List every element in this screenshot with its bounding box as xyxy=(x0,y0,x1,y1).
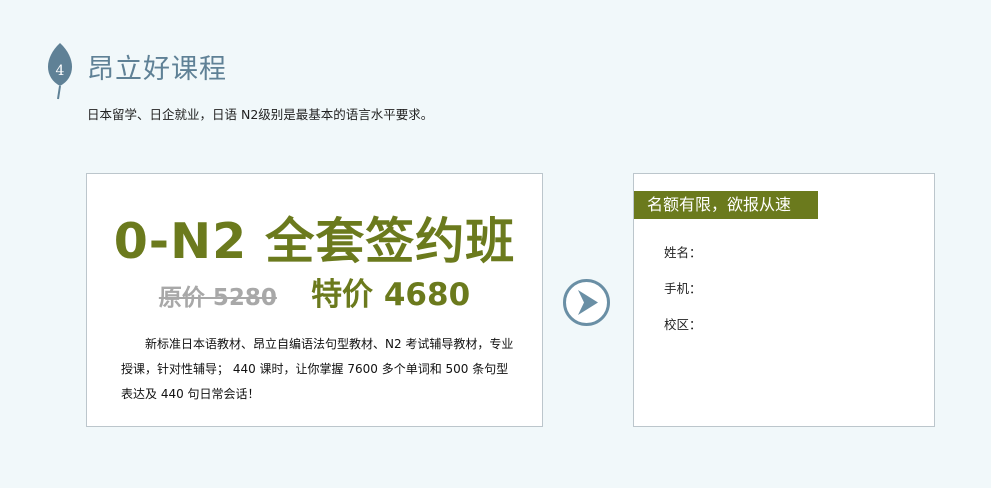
section-title: 昂立好课程 xyxy=(87,54,227,85)
arrow-right-circle-icon[interactable] xyxy=(562,278,611,327)
course-name: 0-N2 全套签约班 xyxy=(113,213,516,270)
name-input[interactable] xyxy=(702,243,896,263)
phone-field: 手机： xyxy=(664,278,904,300)
section-subtitle: 日本留学、日企就业，日语 N2级别是最基本的语言水平要求。 xyxy=(87,107,434,122)
signup-form: 名额有限，欲报从速 姓名： 手机： 校区： xyxy=(633,173,935,427)
signup-banner: 名额有限，欲报从速 xyxy=(634,191,818,219)
course-description: 新标准日本语教材、昂立自编语法句型教材、N2 考试辅导教材，专业授课，针对性辅导… xyxy=(121,337,514,401)
phone-input[interactable] xyxy=(702,279,896,299)
name-field: 姓名： xyxy=(664,242,904,264)
step-number: 4 xyxy=(56,63,65,79)
special-price: 特价 4680 xyxy=(311,277,471,313)
campus-input[interactable] xyxy=(702,315,896,335)
phone-label: 手机： xyxy=(664,281,702,296)
original-price: 原价 5280 xyxy=(158,285,277,311)
price-row: 原价 5280 特价 4680 xyxy=(87,274,542,321)
name-label: 姓名： xyxy=(664,245,702,260)
course-card: 0-N2 全套签约班 原价 5280 特价 4680 新标准日本语教材、昂立自编… xyxy=(86,173,543,427)
campus-label: 校区： xyxy=(664,317,702,332)
leaf-icon: 4 xyxy=(46,42,74,100)
campus-field: 校区： xyxy=(664,314,904,336)
